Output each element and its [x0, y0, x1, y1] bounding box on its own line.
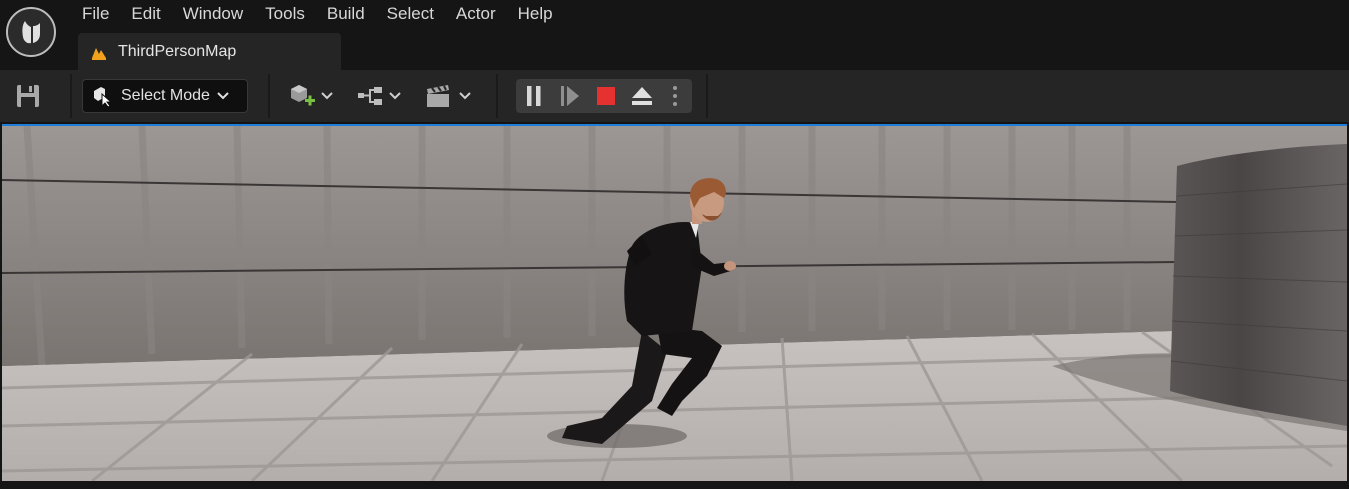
pause-icon [527, 86, 541, 106]
add-actor-icon [291, 85, 315, 106]
more-options-icon [673, 86, 677, 106]
menu-actor[interactable]: Actor [454, 4, 508, 24]
cinematics-button[interactable] [424, 82, 472, 110]
select-mode-dropdown[interactable]: Select Mode [82, 79, 248, 113]
step-frame-button[interactable] [552, 79, 588, 113]
menu-bar: File Edit Window Tools Build Select Acto… [80, 4, 573, 24]
toolbar-divider [706, 74, 708, 118]
select-mode-icon [94, 87, 113, 107]
eject-icon [632, 87, 652, 105]
tab-label: ThirdPersonMap [118, 43, 237, 60]
stop-button[interactable] [588, 79, 624, 113]
main-toolbar: Select Mode [0, 70, 1349, 122]
menu-file[interactable]: File [80, 4, 121, 24]
viewport-scene [2, 126, 1347, 481]
toolbar-divider [70, 74, 72, 118]
chevron-down-icon [217, 92, 229, 100]
cinematics-icon [427, 85, 449, 107]
step-frame-icon [561, 86, 579, 106]
stop-icon [597, 87, 615, 105]
chevron-down-icon [321, 92, 333, 100]
bottom-strip [0, 481, 1349, 489]
chevron-down-icon [389, 92, 401, 100]
toolbar-divider [268, 74, 270, 118]
level-viewport[interactable] [2, 126, 1347, 481]
play-controls [516, 79, 692, 113]
title-bar: File Edit Window Tools Build Select Acto… [0, 0, 1349, 71]
chevron-down-icon [459, 92, 471, 100]
level-map-icon [92, 48, 106, 60]
menu-tools[interactable]: Tools [263, 4, 317, 24]
toolbar-divider [496, 74, 498, 118]
menu-select[interactable]: Select [385, 4, 446, 24]
menu-help[interactable]: Help [516, 4, 565, 24]
select-mode-label: Select Mode [121, 87, 210, 104]
menu-build[interactable]: Build [325, 4, 377, 24]
eject-button[interactable] [624, 79, 660, 113]
menu-edit[interactable]: Edit [129, 4, 172, 24]
tab-thirdpersonmap[interactable]: ThirdPersonMap [78, 33, 341, 71]
pause-button[interactable] [516, 79, 552, 113]
unreal-engine-logo[interactable] [6, 7, 56, 57]
menu-window[interactable]: Window [181, 4, 255, 24]
save-icon[interactable] [14, 82, 42, 110]
blueprint-button[interactable] [356, 82, 402, 110]
more-options-button[interactable] [660, 79, 690, 113]
add-actor-button[interactable] [288, 82, 334, 110]
blueprint-icon [358, 87, 382, 105]
